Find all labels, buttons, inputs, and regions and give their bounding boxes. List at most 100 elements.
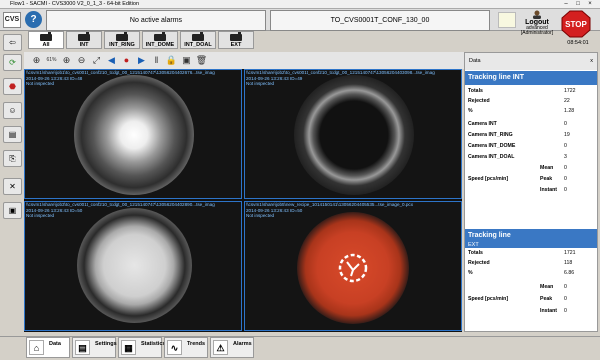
cvs-logo: CVS [3, 12, 21, 28]
cap-image [294, 75, 414, 195]
cap-image [77, 208, 192, 323]
clock: 08:54:01 [567, 40, 589, 46]
camera-view[interactable]: \\csvm1\share\job1\to_cvs001t_conf210_tc… [24, 69, 242, 199]
document-icon[interactable]: ▤ [3, 126, 22, 143]
trends-icon: ∿ [167, 340, 182, 355]
save-image-icon[interactable]: ▣ [180, 54, 193, 67]
window-titlebar: Flow1 - SACMI - CVS3000 V2_0_1_3 - 64-bi… [0, 0, 600, 9]
stat-row: % 6.86 [468, 270, 575, 276]
alarm-status: No active alarms [46, 10, 266, 31]
zoom-icon[interactable]: ⊕ [30, 54, 43, 67]
image-toolbar: ⊕ 61% ⊕ ⊖ ⤢ ◀ ● ▶ ‖ 🔒 ▣ 🗑 [24, 52, 464, 69]
zoom-in-icon[interactable]: ⊕ [60, 54, 73, 67]
home-icon: ⌂ [29, 340, 44, 355]
back-arrow-icon[interactable]: ⇦ [3, 34, 22, 51]
nav-alarms-button[interactable]: ⚠ Alarms [210, 337, 254, 358]
alarm-icon: ⚠ [213, 340, 228, 355]
camera-icon [230, 32, 242, 41]
fit-icon[interactable]: ⤢ [90, 54, 103, 67]
cap-image [74, 75, 194, 195]
camera-view[interactable]: \\csvm1\share\job2\to_cvs001t_conf210_tc… [244, 69, 462, 199]
tab-label: INT_DOAL [184, 42, 212, 48]
camera-tabs: All INT INT_RING INT_DOME INT_DOAL EXT [28, 31, 278, 50]
record-icon[interactable]: ● [120, 54, 133, 67]
speed-row: Mean 0 [540, 165, 567, 171]
stat-row: Rejected 118 [468, 260, 573, 266]
logout-button[interactable]: Logout advanced [Administrator] [520, 10, 554, 36]
tab-all[interactable]: All [28, 31, 64, 49]
tracking-ext-title: Tracking line [465, 229, 597, 243]
next-icon[interactable]: ▶ [135, 54, 148, 67]
stop-button[interactable]: STOP [560, 10, 592, 38]
image-status: Not inspected [246, 81, 275, 86]
tab-label: INT [79, 42, 89, 48]
nav-label: Settings [95, 341, 117, 347]
tab-label: All [42, 42, 50, 48]
data-panel-header: Data x [465, 53, 597, 70]
minimize-button[interactable]: – [560, 1, 572, 8]
tab-int-doal[interactable]: INT_DOAL [180, 31, 216, 49]
nav-trends-button[interactable]: ∿ Trends [164, 337, 208, 358]
user-icon [533, 10, 541, 19]
settings-icon: ▤ [75, 340, 90, 355]
tab-label: INT_DOME [145, 42, 175, 48]
camera-icon [78, 32, 90, 41]
stat-row: % 1.28 [468, 108, 575, 114]
help-icon[interactable]: ? [25, 11, 42, 28]
pause-icon[interactable]: ‖ [150, 54, 163, 67]
close-panel-icon[interactable]: x [590, 53, 593, 70]
image-status: Not inspected [26, 81, 55, 86]
speed-row: Mean 0 [540, 284, 567, 290]
tracking-ext-sub: EXT [465, 242, 597, 248]
tracking-int-title: Tracking line INT [465, 71, 597, 85]
refresh-icon[interactable]: ⟳ [3, 54, 22, 71]
tab-int-dome[interactable]: INT_DOME [142, 31, 178, 49]
tab-ext[interactable]: EXT [218, 31, 254, 49]
nav-statistics-button[interactable]: ▦ Statistics [118, 337, 165, 358]
speed-row: Speed [pcs/min] Peak 0 [468, 176, 567, 182]
panel-title: Data [469, 58, 481, 64]
tab-int-ring[interactable]: INT_RING [104, 31, 140, 49]
delete-icon[interactable]: 🗑 [195, 54, 208, 67]
stat-row: Totals 1722 [468, 88, 576, 94]
nav-settings-button[interactable]: ▤ Settings [72, 337, 117, 358]
stop-icon: STOP [561, 10, 591, 38]
export-icon[interactable]: ⎘ [3, 150, 22, 167]
lock-icon[interactable]: 🔒 [165, 54, 178, 67]
camera-view[interactable]: \\csvm1\share\job3\to_cvs001t_conf210_tc… [24, 201, 242, 331]
speed-row: Speed [pcs/min] Peak 0 [468, 296, 567, 302]
camera-view[interactable]: \\csvm1\share\job5\new_recipe_1014150141… [244, 201, 462, 331]
camera-icon [192, 32, 204, 41]
nav-data-button[interactable]: ⌂ Data [26, 337, 70, 358]
tab-int[interactable]: INT [66, 31, 102, 49]
operator-icon[interactable]: ☺ [3, 102, 22, 119]
tab-label: INT_RING [109, 42, 135, 48]
camera-icon [154, 32, 166, 41]
stat-row: Totals 1721 [468, 250, 576, 256]
nav-label: Trends [187, 341, 206, 347]
stop-small-icon[interactable]: ⬣ [3, 78, 22, 95]
image-status: Not inspected [26, 213, 55, 218]
tab-label: EXT [230, 42, 242, 48]
stat-row: Camera INT 0 [468, 121, 567, 127]
maximize-button[interactable]: □ [572, 1, 584, 8]
prev-icon[interactable]: ◀ [105, 54, 118, 67]
left-toolbar: ⇦ ⟳ ⬣ ☺ ▤ ⎘ ✕ ▣ [0, 34, 22, 334]
stat-row: Rejected 22 [468, 98, 570, 104]
defect-overlay [338, 253, 368, 283]
close-window-button[interactable]: × [584, 1, 596, 8]
speed-row: Instant 0 [540, 187, 567, 193]
user-role: [Administrator] [520, 30, 554, 36]
zoom-out-icon[interactable]: ⊖ [75, 54, 88, 67]
zoom-level: 61% [46, 57, 57, 63]
statistics-icon: ▦ [121, 340, 136, 355]
nav-label: Alarms [233, 341, 252, 347]
stat-row: Camera INT_RING 19 [468, 132, 570, 138]
config-name: TO_CVS0001T_CONF_130_00 [270, 10, 490, 31]
image-grid: \\csvm1\share\job1\to_cvs001t_conf210_tc… [24, 69, 462, 332]
stat-row: Camera INT_DOAL 3 [468, 154, 567, 160]
camera-icon [116, 32, 128, 41]
tools-icon[interactable]: ✕ [3, 178, 22, 195]
save-icon[interactable]: ▣ [3, 202, 22, 219]
notes-icon[interactable] [498, 12, 516, 28]
